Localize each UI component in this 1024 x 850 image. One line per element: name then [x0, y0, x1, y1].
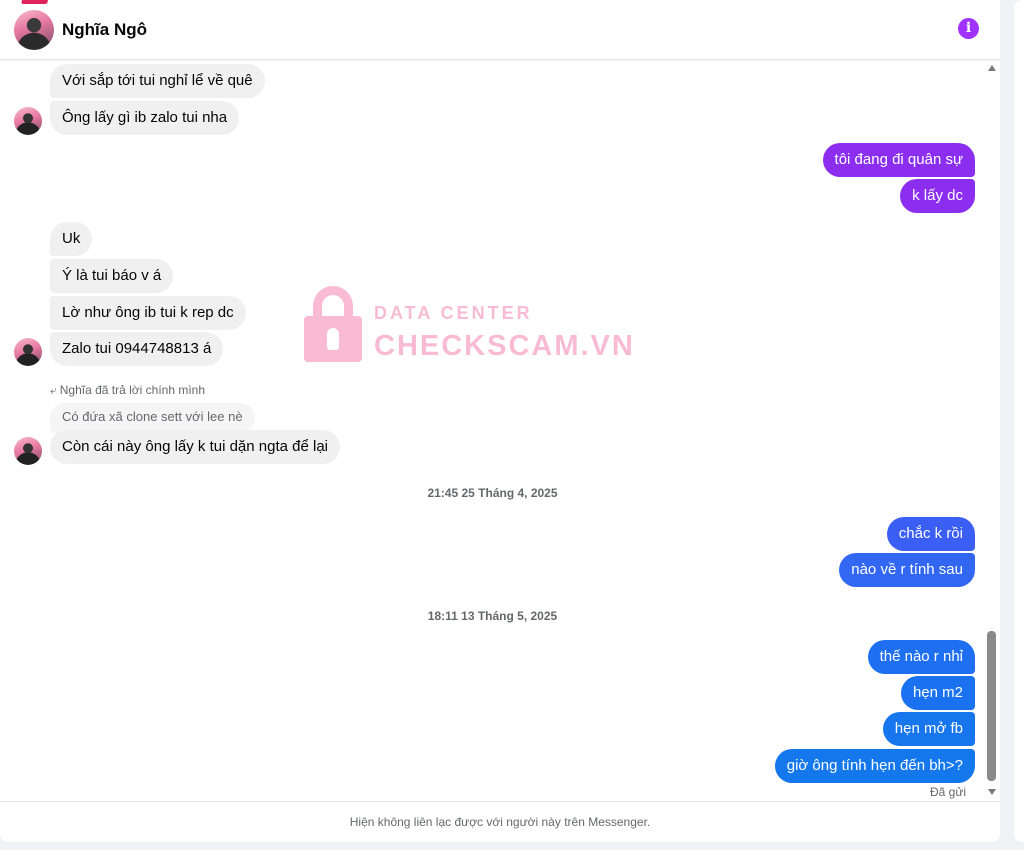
message-incoming[interactable]: Ý là tui báo v á [50, 259, 174, 293]
message-outgoing[interactable]: nào về r tính sau [839, 553, 975, 587]
sender-avatar[interactable] [14, 338, 42, 366]
message-outgoing[interactable]: chắc k rồi [886, 517, 975, 551]
reply-note-text: Nghĩa đã trả lời chính mình [59, 383, 206, 397]
contact-avatar[interactable] [14, 10, 54, 50]
quoted-message[interactable]: Có đứa xã clone sett với lee nè [50, 403, 255, 433]
message-outgoing[interactable]: hẹn m2 [900, 676, 975, 710]
sent-status: Đã gửi [930, 785, 967, 799]
watermark-line1: DATA CENTER [374, 303, 533, 323]
timestamp: 21:45 25 Tháng 4, 2025 [427, 486, 558, 500]
message-incoming[interactable]: Với sắp tới tui nghỉ lể về quê [50, 64, 265, 98]
message-outgoing[interactable]: giờ ông tính hẹn đến bh>? [774, 749, 975, 783]
message-thread: Với sắp tới tui nghỉ lể về quê Ông lấy g… [0, 61, 985, 801]
info-icon[interactable]: i [958, 18, 979, 39]
reply-icon: ⤶ [50, 383, 57, 397]
sender-avatar[interactable] [14, 107, 42, 135]
scroll-up-arrow-icon[interactable] [988, 65, 996, 71]
message-incoming[interactable]: Uk [50, 222, 93, 256]
scroll-thumb[interactable] [987, 631, 996, 781]
sender-avatar[interactable] [14, 437, 42, 465]
chat-panel: Nghĩa Ngô i Với sắp tới tui nghỉ lể về q… [0, 0, 1000, 842]
avatar-badge [21, 0, 49, 4]
message-incoming[interactable]: Zalo tui 0944748813 á [50, 332, 224, 366]
watermark-line2: CHECKSCAM.VN [374, 330, 635, 362]
scroll-down-arrow-icon[interactable] [988, 789, 996, 795]
message-outgoing[interactable]: thế nào r nhỉ [867, 640, 975, 674]
watermark: DATA CENTER CHECKSCAM.VN [304, 286, 644, 366]
timestamp: 18:11 13 Tháng 5, 2025 [427, 609, 558, 623]
message-outgoing[interactable]: tôi đang đi quân sự [822, 143, 975, 177]
message-incoming[interactable]: Ông lấy gì ib zalo tui nha [50, 101, 240, 135]
message-incoming[interactable]: Lờ như ông ib tui k rep dc [50, 296, 246, 330]
thread-scrollbar[interactable] [985, 61, 1000, 801]
unavailable-notice: Hiện không liên lạc được với người này t… [0, 801, 1000, 842]
side-panel-edge [1014, 0, 1024, 842]
message-incoming[interactable]: Còn cái này ông lấy k tui dặn ngta để lạ… [50, 430, 341, 464]
lock-icon [304, 286, 362, 362]
chat-header: Nghĩa Ngô i [0, 0, 1000, 60]
message-outgoing[interactable]: hẹn mở fb [882, 712, 975, 746]
message-outgoing[interactable]: k lấy dc [900, 179, 975, 213]
contact-name[interactable]: Nghĩa Ngô [62, 20, 147, 40]
reply-note: ⤶ Nghĩa đã trả lời chính mình [50, 383, 205, 398]
